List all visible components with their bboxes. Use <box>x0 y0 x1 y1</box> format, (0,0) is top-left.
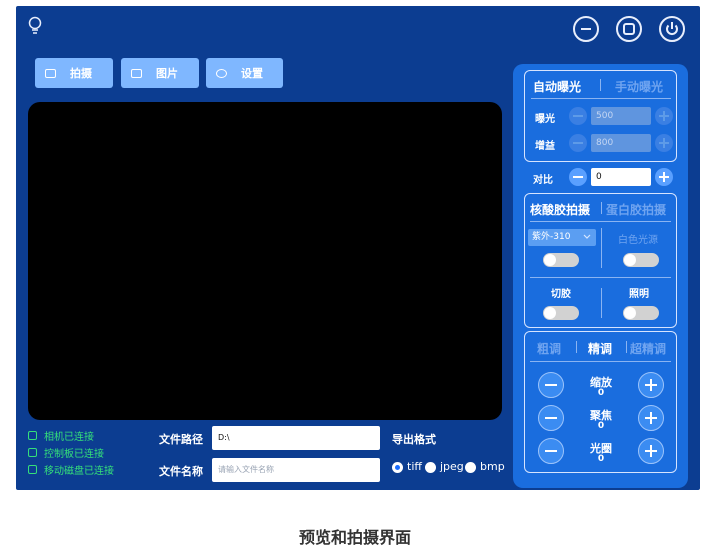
divider <box>530 277 671 278</box>
board-icon <box>28 448 37 457</box>
gain-input[interactable]: 800 <box>591 134 651 152</box>
status-control-board: 控制板已连接 <box>28 445 104 460</box>
divider <box>600 79 601 91</box>
cut-toggle[interactable] <box>543 306 579 320</box>
exposure-label: 曝光 <box>535 114 555 125</box>
camera-preview[interactable] <box>28 102 502 420</box>
status-disk: 移动磁盘已连接 <box>28 462 114 477</box>
gain-increase-button[interactable] <box>655 134 673 152</box>
contrast-decrease-button[interactable] <box>569 168 587 186</box>
gear-icon <box>216 68 227 78</box>
export-format-label: 导出格式 <box>392 433 436 446</box>
focus-value: 0 <box>597 421 605 431</box>
exposure-decrease-button[interactable] <box>569 107 587 125</box>
file-path-input[interactable]: D:\ <box>212 426 380 450</box>
disk-icon <box>28 465 37 474</box>
exposure-input[interactable]: 500 <box>591 107 651 125</box>
settings-button[interactable]: 设置 <box>206 58 283 88</box>
minimize-button[interactable] <box>573 16 599 42</box>
zoom-decrease-button[interactable] <box>538 372 564 398</box>
status-camera-text: 相机已连接 <box>44 432 94 443</box>
contrast-label: 对比 <box>533 175 553 186</box>
capture-button[interactable]: 拍摄 <box>35 58 113 88</box>
tab-super-fine[interactable]: 超精调 <box>630 340 666 357</box>
divider <box>601 228 602 268</box>
focus-increase-button[interactable] <box>638 405 664 431</box>
file-path-label: 文件路径 <box>159 433 203 446</box>
zoom-increase-button[interactable] <box>638 372 664 398</box>
divider <box>531 98 671 99</box>
aperture-decrease-button[interactable] <box>538 438 564 464</box>
radio-jpeg-label: jpeg <box>440 460 464 473</box>
white-light-label: 白色光源 <box>618 235 658 246</box>
minus-circle-icon <box>581 28 591 30</box>
contrast-increase-button[interactable] <box>655 168 673 186</box>
radio-bmp[interactable] <box>465 462 476 473</box>
chevron-down-icon <box>583 234 591 239</box>
camera-icon <box>28 431 37 440</box>
power-icon <box>666 22 678 35</box>
radio-tiff-label: tiff <box>407 460 422 473</box>
square-circle-icon <box>623 23 635 35</box>
divider <box>576 341 577 353</box>
tab-manual-exposure[interactable]: 手动曝光 <box>615 78 663 95</box>
maximize-button[interactable] <box>616 16 642 42</box>
camera-icon <box>45 68 56 78</box>
light-source-select[interactable]: 紫外-310 <box>528 229 596 246</box>
aperture-value: 0 <box>597 454 605 464</box>
light-source-value: 紫外-310 <box>532 232 571 242</box>
status-camera: 相机已连接 <box>28 428 94 443</box>
cut-label: 切胶 <box>551 289 571 300</box>
status-board-text: 控制板已连接 <box>44 449 104 460</box>
tab-nucleic[interactable]: 核酸胶拍摄 <box>530 201 590 218</box>
nucleic-toggle[interactable] <box>543 253 579 267</box>
focus-decrease-button[interactable] <box>538 405 564 431</box>
lighting-label: 照明 <box>629 289 649 300</box>
lightbulb-icon <box>28 16 42 34</box>
divider <box>601 288 602 318</box>
image-icon <box>131 68 142 78</box>
lighting-toggle[interactable] <box>623 306 659 320</box>
radio-jpeg[interactable] <box>425 462 436 473</box>
tab-fine[interactable]: 精调 <box>588 340 612 357</box>
capture-label: 拍摄 <box>70 67 92 80</box>
white-light-toggle[interactable] <box>623 253 659 267</box>
gain-decrease-button[interactable] <box>569 134 587 152</box>
radio-tiff[interactable] <box>392 462 403 473</box>
divider <box>626 341 627 353</box>
status-disk-text: 移动磁盘已连接 <box>44 466 114 477</box>
settings-label: 设置 <box>241 67 263 80</box>
exposure-increase-button[interactable] <box>655 107 673 125</box>
gain-label: 增益 <box>535 141 555 152</box>
divider <box>530 221 671 222</box>
images-label: 图片 <box>156 67 178 80</box>
images-button[interactable]: 图片 <box>121 58 199 88</box>
tab-protein[interactable]: 蛋白胶拍摄 <box>606 201 666 218</box>
tab-coarse[interactable]: 粗调 <box>537 340 561 357</box>
file-name-label: 文件名称 <box>159 465 203 478</box>
zoom-value: 0 <box>597 388 605 398</box>
file-name-input[interactable]: 请输入文件名称 <box>212 458 380 482</box>
divider <box>530 361 671 362</box>
aperture-increase-button[interactable] <box>638 438 664 464</box>
radio-bmp-label: bmp <box>480 460 505 473</box>
tab-auto-exposure[interactable]: 自动曝光 <box>533 78 581 95</box>
figure-caption: 预览和拍摄界面 <box>298 528 411 547</box>
contrast-input[interactable]: 0 <box>591 168 651 186</box>
power-button[interactable] <box>659 16 685 42</box>
divider <box>601 202 602 214</box>
